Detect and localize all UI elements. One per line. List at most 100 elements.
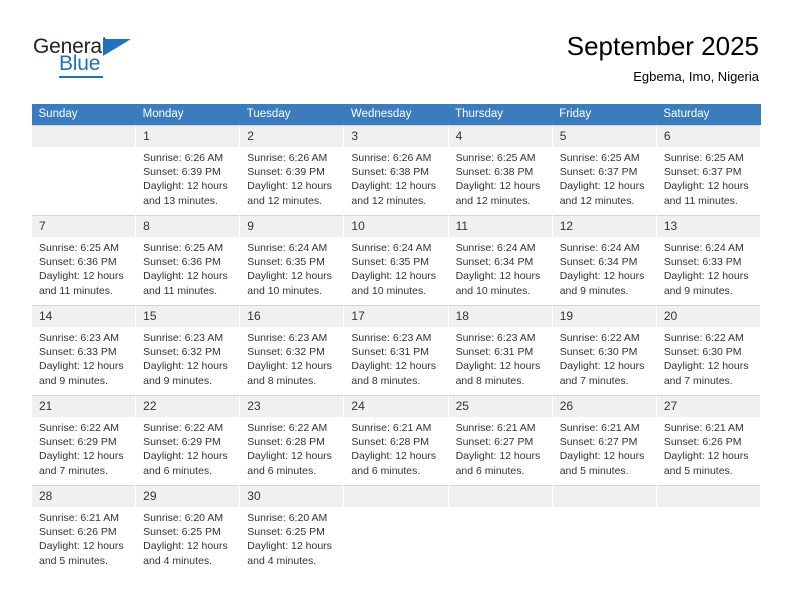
weekday-header-sunday: Sunday: [31, 104, 136, 126]
day-info-line: Sunrise: 6:23 AM: [143, 332, 224, 344]
calendar-cell-day-28[interactable]: 28 Sunrise: 6:21 AM Sunset: 6:26 PM Dayligh…: [30, 485, 137, 575]
calendar-cell-day-8[interactable]: 8 Sunrise: 6:25 AM Sunset: 6:36 PM Daylight…: [135, 215, 241, 306]
day-info-line: and 7 minutes.: [663, 374, 733, 387]
day-sun-info: Sunrise: 6:21 AM Sunset: 6:26 PM Daylight:…: [657, 417, 760, 478]
day-info-line: Sunrise: 6:20 AM: [143, 512, 224, 524]
day-info-line: and 8 minutes.: [247, 374, 317, 387]
day-number: 13: [656, 216, 760, 237]
calendar-cell-day-22[interactable]: 22 Sunrise: 6:22 AM Sunset: 6:29 PM Dayligh…: [135, 395, 241, 486]
calendar-cell-day-25[interactable]: 25 Sunrise: 6:21 AM Sunset: 6:27 PM Dayligh…: [447, 395, 553, 486]
day-info-line: Sunset: 6:33 PM: [39, 346, 117, 359]
day-info-line: Sunset: 6:37 PM: [559, 166, 638, 179]
calendar-cell-day-14[interactable]: 14 Sunrise: 6:23 AM Sunset: 6:33 PM Dayligh…: [30, 305, 137, 396]
day-info-line: and 4 minutes.: [247, 554, 317, 567]
day-sun-info: Sunrise: 6:26 AM Sunset: 6:39 PM Daylight:…: [240, 147, 343, 208]
calendar-cell-empty: [447, 485, 553, 575]
calendar-page: General Blue September 2025 Egbema, Imo,…: [0, 0, 792, 612]
calendar-cell-day-17[interactable]: 17 Sunrise: 6:23 AM Sunset: 6:31 PM Dayligh…: [343, 305, 449, 396]
day-info-line: and 10 minutes.: [455, 284, 531, 297]
calendar-cell-day-27[interactable]: 27 Sunrise: 6:21 AM Sunset: 6:26 PM Dayligh…: [655, 395, 762, 486]
day-info-line: Sunset: 6:39 PM: [247, 166, 325, 179]
page-title: September 2025: [566, 31, 759, 61]
calendar-cell-day-11[interactable]: 11 Sunrise: 6:24 AM Sunset: 6:34 PM Dayligh…: [447, 215, 553, 306]
day-sun-info: Sunrise: 6:24 AM Sunset: 6:35 PM Daylight:…: [240, 237, 343, 298]
calendar-cell-day-24[interactable]: 24 Sunrise: 6:21 AM Sunset: 6:28 PM Dayligh…: [343, 395, 449, 486]
day-sun-info: Sunrise: 6:22 AM Sunset: 6:28 PM Daylight:…: [240, 417, 343, 478]
calendar-cell-day-5[interactable]: 5 Sunrise: 6:25 AM Sunset: 6:37 PM Daylight…: [551, 125, 657, 216]
calendar-cell-day-20[interactable]: 20 Sunrise: 6:22 AM Sunset: 6:30 PM Dayligh…: [655, 305, 762, 396]
day-info-line: Sunset: 6:32 PM: [143, 346, 221, 359]
day-sun-info: Sunrise: 6:24 AM Sunset: 6:33 PM Daylight:…: [657, 237, 760, 298]
day-info-line: Daylight: 12 hours: [143, 450, 228, 463]
calendar-cell-day-21[interactable]: 21 Sunrise: 6:22 AM Sunset: 6:29 PM Dayligh…: [30, 395, 137, 486]
day-info-line: Sunrise: 6:24 AM: [351, 242, 432, 254]
day-number: 4: [448, 126, 552, 147]
calendar-cell-day-12[interactable]: 12 Sunrise: 6:24 AM Sunset: 6:34 PM Dayligh…: [551, 215, 657, 306]
day-info-line: Sunrise: 6:25 AM: [455, 152, 536, 164]
calendar-cell-day-7[interactable]: 7 Sunrise: 6:25 AM Sunset: 6:36 PM Daylight…: [30, 215, 137, 306]
calendar-cell-day-19[interactable]: 19 Sunrise: 6:22 AM Sunset: 6:30 PM Dayligh…: [551, 305, 657, 396]
day-info-line: Daylight: 12 hours: [455, 180, 541, 193]
day-sun-info: Sunrise: 6:23 AM Sunset: 6:31 PM Daylight:…: [344, 327, 447, 388]
day-sun-info: Sunrise: 6:25 AM Sunset: 6:38 PM Daylight:…: [449, 147, 552, 208]
day-info-line: Sunset: 6:36 PM: [39, 256, 117, 269]
day-info-line: Sunrise: 6:23 AM: [247, 332, 328, 344]
calendar-cell-day-3[interactable]: 3 Sunrise: 6:26 AM Sunset: 6:38 PM Daylight…: [343, 125, 449, 216]
day-sun-info: Sunrise: 6:23 AM Sunset: 6:32 PM Daylight:…: [136, 327, 239, 388]
day-info-line: and 6 minutes.: [351, 464, 421, 477]
day-sun-info: Sunrise: 6:22 AM Sunset: 6:30 PM Daylight:…: [553, 327, 656, 388]
calendar-cell-day-30[interactable]: 30 Sunrise: 6:20 AM Sunset: 6:25 PM Dayligh…: [239, 485, 345, 575]
day-info-line: and 12 minutes.: [351, 194, 427, 207]
day-sun-info: Sunrise: 6:23 AM Sunset: 6:33 PM Daylight:…: [32, 327, 135, 388]
day-sun-info: Sunrise: 6:24 AM Sunset: 6:34 PM Daylight:…: [449, 237, 552, 298]
day-info-line: Daylight: 12 hours: [455, 270, 541, 283]
day-number: 27: [656, 396, 760, 417]
calendar-body: 1 Sunrise: 6:26 AM Sunset: 6:39 PM Daylight…: [30, 125, 762, 575]
day-number: [552, 486, 656, 507]
day-number: 8: [136, 216, 240, 237]
day-info-line: Daylight: 12 hours: [39, 540, 124, 553]
day-info-line: Daylight: 12 hours: [143, 360, 228, 373]
calendar-header-row: Sunday Monday Tuesday Wednesday Thursday Frid…: [31, 104, 761, 126]
day-number: 2: [240, 126, 344, 147]
day-number: 6: [656, 126, 760, 147]
day-sun-info: Sunrise: 6:24 AM Sunset: 6:35 PM Daylight:…: [344, 237, 447, 298]
day-info-line: Sunset: 6:34 PM: [455, 256, 534, 269]
day-info-line: Sunrise: 6:22 AM: [663, 332, 744, 344]
day-number: [32, 126, 136, 147]
day-info-line: Sunset: 6:27 PM: [559, 436, 638, 449]
calendar-cell-day-1[interactable]: 1 Sunrise: 6:26 AM Sunset: 6:39 PM Daylight…: [135, 125, 241, 216]
weekday-headers: Sunday Monday Tuesday Wednesday Thursday Frid…: [31, 104, 761, 126]
calendar-cell-day-26[interactable]: 26 Sunrise: 6:21 AM Sunset: 6:27 PM Dayligh…: [551, 395, 657, 486]
day-number: 20: [656, 306, 760, 327]
day-number: 29: [136, 486, 240, 507]
day-info-line: Sunset: 6:38 PM: [351, 166, 430, 179]
day-info-line: Sunrise: 6:21 AM: [455, 422, 536, 434]
day-info-line: Sunset: 6:33 PM: [663, 256, 742, 269]
day-info-line: Daylight: 12 hours: [559, 270, 645, 283]
calendar-cell-empty: [30, 125, 137, 216]
calendar-cell-day-13[interactable]: 13 Sunrise: 6:24 AM Sunset: 6:33 PM Dayligh…: [655, 215, 762, 306]
calendar-cell-day-18[interactable]: 18 Sunrise: 6:23 AM Sunset: 6:31 PM Dayligh…: [447, 305, 553, 396]
calendar-cell-day-16[interactable]: 16 Sunrise: 6:23 AM Sunset: 6:32 PM Dayligh…: [239, 305, 345, 396]
calendar-cell-day-10[interactable]: 10 Sunrise: 6:24 AM Sunset: 6:35 PM Dayligh…: [343, 215, 449, 306]
calendar-cell-day-15[interactable]: 15 Sunrise: 6:23 AM Sunset: 6:32 PM Dayligh…: [135, 305, 241, 396]
day-info-line: Sunrise: 6:20 AM: [247, 512, 328, 524]
day-number: 21: [32, 396, 136, 417]
day-info-line: Sunrise: 6:24 AM: [247, 242, 328, 254]
day-sun-info: Sunrise: 6:24 AM Sunset: 6:34 PM Daylight:…: [553, 237, 656, 298]
day-info-line: Sunrise: 6:22 AM: [143, 422, 224, 434]
calendar-cell-day-23[interactable]: 23 Sunrise: 6:22 AM Sunset: 6:28 PM Dayligh…: [239, 395, 345, 486]
calendar-cell-day-9[interactable]: 9 Sunrise: 6:24 AM Sunset: 6:35 PM Daylight…: [239, 215, 345, 306]
logo-triangle-icon: [103, 39, 131, 56]
day-info-line: Sunset: 6:35 PM: [351, 256, 430, 269]
calendar-cell-day-2[interactable]: 2 Sunrise: 6:26 AM Sunset: 6:39 PM Daylight…: [239, 125, 345, 216]
day-info-line: Daylight: 12 hours: [663, 450, 749, 463]
day-info-line: Sunrise: 6:26 AM: [247, 152, 328, 164]
calendar-week-row: 14 Sunrise: 6:23 AM Sunset: 6:33 PM Dayligh…: [30, 305, 762, 396]
calendar-cell-day-29[interactable]: 29 Sunrise: 6:20 AM Sunset: 6:25 PM Dayligh…: [135, 485, 241, 575]
weekday-header-thursday: Thursday: [448, 104, 553, 126]
calendar-cell-day-6[interactable]: 6 Sunrise: 6:25 AM Sunset: 6:37 PM Daylight…: [655, 125, 762, 216]
calendar-cell-day-4[interactable]: 4 Sunrise: 6:25 AM Sunset: 6:38 PM Daylight…: [447, 125, 553, 216]
day-info-line: and 11 minutes.: [39, 284, 113, 297]
